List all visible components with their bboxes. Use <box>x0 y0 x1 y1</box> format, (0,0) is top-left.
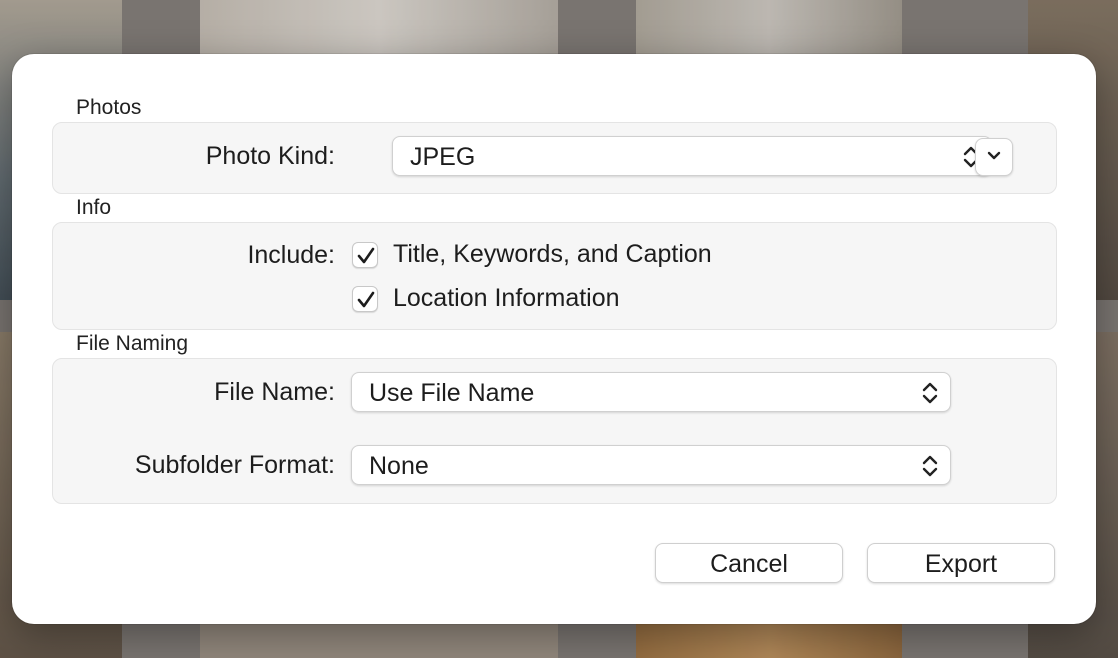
file-name-label: File Name: <box>214 378 335 406</box>
cancel-button[interactable]: Cancel <box>655 543 843 583</box>
file-name-popup[interactable]: Use File Name <box>351 372 951 412</box>
checkmark-icon <box>357 291 375 308</box>
photo-options-disclosure-button[interactable] <box>975 138 1013 176</box>
checkmark-icon <box>357 247 375 264</box>
chevron-up-down-icon <box>922 455 938 477</box>
location-information-checkbox[interactable] <box>352 286 378 312</box>
photos-group: Photo Kind: JPEG <box>52 122 1057 194</box>
section-title-photos: Photos <box>76 96 142 119</box>
title-keywords-caption-checkbox[interactable] <box>352 242 378 268</box>
subfolder-format-label: Subfolder Format: <box>134 451 335 479</box>
chevron-down-icon <box>987 151 1001 160</box>
section-title-info: Info <box>76 196 112 219</box>
file-naming-group: File Name: Use File Name Subfolder Forma… <box>52 358 1057 504</box>
subfolder-format-value: None <box>369 452 429 480</box>
title-keywords-caption-label: Title, Keywords, and Caption <box>393 240 712 268</box>
section-title-file-naming: File Naming <box>76 332 189 355</box>
photo-kind-label: Photo Kind: <box>205 142 335 170</box>
export-dialog: Photos Photo Kind: JPEG Info Include: Ti… <box>12 54 1096 624</box>
photo-kind-value: JPEG <box>410 143 476 171</box>
export-button[interactable]: Export <box>867 543 1055 583</box>
info-group: Include: Title, Keywords, and Caption Lo… <box>52 222 1057 330</box>
chevron-up-down-icon <box>922 382 938 404</box>
location-information-label: Location Information <box>393 284 620 312</box>
subfolder-format-popup[interactable]: None <box>351 445 951 485</box>
file-name-value: Use File Name <box>369 379 535 407</box>
include-label: Include: <box>247 241 335 269</box>
photo-kind-popup[interactable]: JPEG <box>392 136 992 176</box>
